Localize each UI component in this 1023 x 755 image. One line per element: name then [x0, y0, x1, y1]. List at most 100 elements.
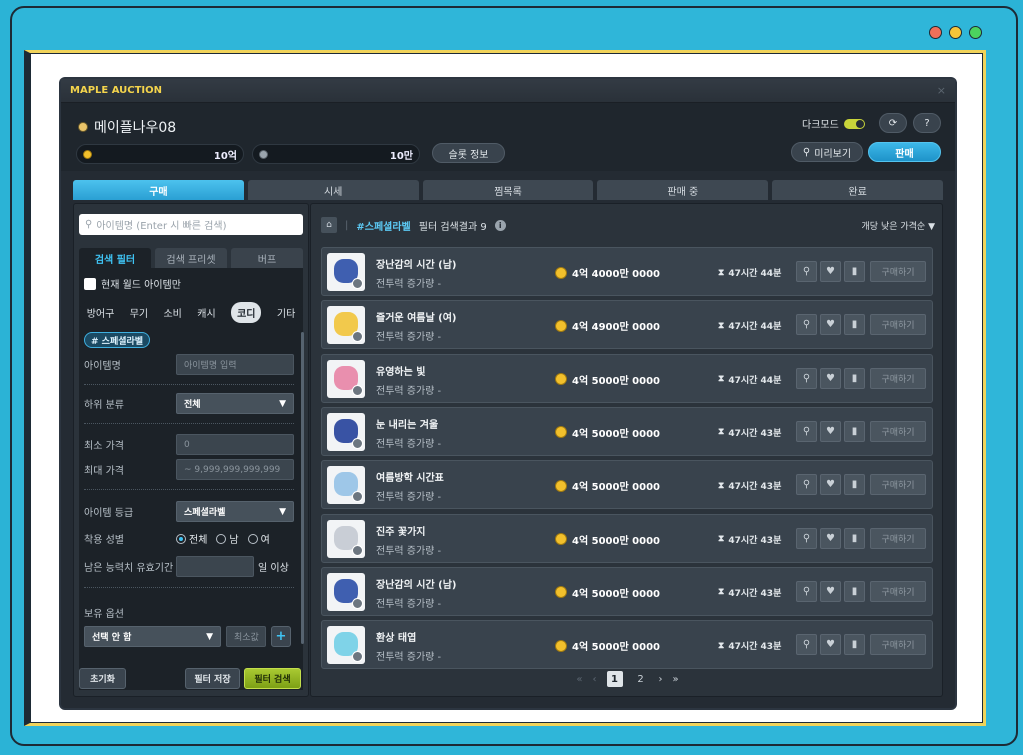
seller-icon[interactable]: ⚲ [796, 474, 817, 496]
buy-button[interactable]: 구매하기 [870, 580, 926, 602]
max-price-input[interactable]: ~ 9,999,999,999,999 [176, 459, 294, 480]
minimize-dot[interactable] [949, 26, 962, 39]
item-icon [327, 626, 365, 665]
price-chart-icon[interactable]: ▮ [844, 634, 865, 656]
list-item[interactable]: 환상 태엽 전투력 증가량 - 4억 5000만 0000 ⧗ 47시간 43분 ⚲ ♥ ▮ 구… [321, 620, 933, 670]
price-chart-icon[interactable]: ▮ [844, 420, 865, 442]
dark-mode-toggle[interactable]: 다크모드 [802, 116, 865, 131]
buy-button[interactable]: 구매하기 [870, 367, 926, 389]
owned-option-select[interactable]: 선택 안 함 ▼ [84, 626, 221, 647]
list-item[interactable]: 여름방학 시간표 전투력 증가량 - 4억 5000만 0000 ⧗ 47시간 43분 ⚲… [321, 460, 933, 510]
list-item[interactable]: 장난감의 시간 (남) 전투력 증가량 - 4억 5000만 0000 ⧗ 47시간 4… [321, 566, 933, 616]
buy-button[interactable]: 구매하기 [870, 261, 926, 282]
first-page-icon[interactable]: « [576, 674, 582, 685]
active-filter-tag[interactable]: # 스페셜라벨 [84, 332, 151, 348]
buy-button[interactable]: 구매하기 [870, 474, 926, 496]
price-chart-icon[interactable]: ▮ [844, 474, 865, 496]
heart-icon[interactable]: ♥ [820, 634, 841, 656]
subtab-search-preset[interactable]: 검색 프리셋 [155, 248, 227, 268]
buy-button[interactable]: 구매하기 [870, 634, 926, 656]
current-world-checkbox[interactable]: 현재 월드 아이템만 [84, 276, 181, 291]
list-item[interactable]: 즐거운 여름날 (여) 전투력 증가량 - 4억 4900만 0000 ⧗ 47시간 4… [321, 300, 933, 350]
tab-wishlist[interactable]: 찜목록 [422, 180, 594, 200]
slot-info-button[interactable]: 슬롯 정보 [432, 143, 505, 163]
page-2[interactable]: 2 [633, 671, 649, 687]
heart-icon[interactable]: ♥ [820, 580, 841, 602]
prev-page-icon[interactable]: ‹ [593, 674, 597, 685]
gender-all-radio[interactable]: 전체 [176, 531, 207, 546]
heart-icon[interactable]: ♥ [820, 527, 841, 549]
price-chart-icon[interactable]: ▮ [844, 580, 865, 602]
reset-button[interactable]: 초기화 [79, 668, 126, 689]
heart-icon[interactable]: ♥ [820, 420, 841, 442]
list-item[interactable]: 진주 꽃가지 전투력 증가량 - 4억 5000만 0000 ⧗ 47시간 43분 ⚲ ♥ ▮… [321, 513, 933, 563]
owned-min-input[interactable]: 최소값 [226, 626, 266, 647]
subtab-search-filter[interactable]: 검색 필터 [79, 248, 151, 268]
subcategory-select[interactable]: 전체 ▼ [176, 393, 294, 414]
info-icon[interactable]: i [494, 219, 506, 231]
min-price-input[interactable]: 0 [176, 434, 294, 455]
save-filter-button[interactable]: 필터 저장 [185, 668, 240, 689]
sort-dropdown[interactable]: 개당 낮은 가격순 ▼ [862, 219, 935, 232]
seller-icon[interactable]: ⚲ [796, 261, 817, 282]
grade-select[interactable]: 스페셜라벨 ▼ [176, 501, 294, 522]
tab-price[interactable]: 시세 [247, 180, 419, 200]
buy-button[interactable]: 구매하기 [870, 314, 926, 336]
meso-icon [555, 426, 567, 439]
price-chart-icon[interactable]: ▮ [844, 367, 865, 389]
help-button[interactable]: ? [913, 113, 941, 133]
gender-female-radio[interactable]: 여 [247, 531, 270, 546]
chevron-down-icon: ▼ [206, 631, 213, 642]
price-chart-icon[interactable]: ▮ [844, 527, 865, 549]
close-icon[interactable]: × [937, 84, 946, 97]
category-consumable[interactable]: 소비 [163, 305, 181, 320]
home-icon[interactable]: ⌂ [321, 217, 337, 233]
ability-input[interactable] [176, 556, 254, 577]
category-etc[interactable]: 기타 [277, 305, 295, 320]
checkbox-box[interactable] [84, 277, 96, 290]
next-page-icon[interactable]: › [659, 674, 663, 685]
gender-male-radio[interactable]: 남 [216, 531, 239, 546]
price-chart-icon[interactable]: ▮ [844, 314, 865, 336]
heart-icon[interactable]: ♥ [820, 367, 841, 389]
price-value: 4억 4000만 0000 [572, 269, 660, 280]
search-input[interactable]: ⚲ 아이템명 (Enter 시 빠른 검색) [79, 214, 303, 235]
refresh-button[interactable]: ⟳ [879, 113, 907, 133]
category-weapon[interactable]: 무기 [130, 305, 148, 320]
heart-icon[interactable]: ♥ [820, 314, 841, 336]
last-page-icon[interactable]: » [673, 674, 679, 685]
seller-icon[interactable]: ⚲ [796, 580, 817, 602]
tab-selling[interactable]: 판매 중 [597, 180, 769, 200]
list-item[interactable]: 장난감의 시간 (남) 전투력 증가량 - 4억 4000만 0000 ⧗ 47시간 4… [321, 247, 933, 296]
buy-button[interactable]: 구매하기 [870, 420, 926, 442]
buy-button[interactable]: 구매하기 [870, 527, 926, 549]
min-price-label: 최소 가격 [84, 441, 124, 452]
category-armor[interactable]: 방어구 [87, 305, 115, 320]
heart-icon[interactable]: ♥ [820, 261, 841, 282]
filter-scrollbar[interactable] [301, 332, 304, 644]
seller-icon[interactable]: ⚲ [796, 527, 817, 549]
list-item[interactable]: 유영하는 빛 전투력 증가량 - 4억 5000만 0000 ⧗ 47시간 44분 ⚲ ♥ ▮… [321, 353, 933, 403]
filter-search-button[interactable]: 필터 검색 [244, 668, 301, 689]
tab-completed[interactable]: 완료 [772, 180, 943, 200]
hourglass-icon: ⧗ [718, 320, 725, 331]
subtab-buff[interactable]: 버프 [231, 248, 303, 268]
category-coordi[interactable]: 코디 [231, 302, 262, 323]
price-chart-icon[interactable]: ▮ [844, 261, 865, 282]
heart-icon[interactable]: ♥ [820, 474, 841, 496]
add-option-button[interactable]: + [271, 626, 291, 647]
sell-button[interactable]: 판매 [868, 142, 941, 162]
close-dot[interactable] [929, 26, 942, 39]
seller-icon[interactable]: ⚲ [796, 634, 817, 656]
toggle-switch[interactable] [843, 118, 865, 129]
preview-button[interactable]: ⚲ 미리보기 [791, 142, 863, 162]
item-name-input[interactable]: 아이템명 입력 [176, 354, 294, 375]
seller-icon[interactable]: ⚲ [796, 314, 817, 336]
seller-icon[interactable]: ⚲ [796, 420, 817, 442]
list-item[interactable]: 눈 내리는 겨울 전투력 증가량 - 4억 5000만 0000 ⧗ 47시간 43분 ⚲… [321, 406, 933, 456]
maximize-dot[interactable] [969, 26, 982, 39]
seller-icon[interactable]: ⚲ [796, 367, 817, 389]
category-cash[interactable]: 캐시 [197, 305, 215, 320]
page-1[interactable]: 1 [606, 671, 623, 687]
tab-buy[interactable]: 구매 [73, 180, 244, 200]
